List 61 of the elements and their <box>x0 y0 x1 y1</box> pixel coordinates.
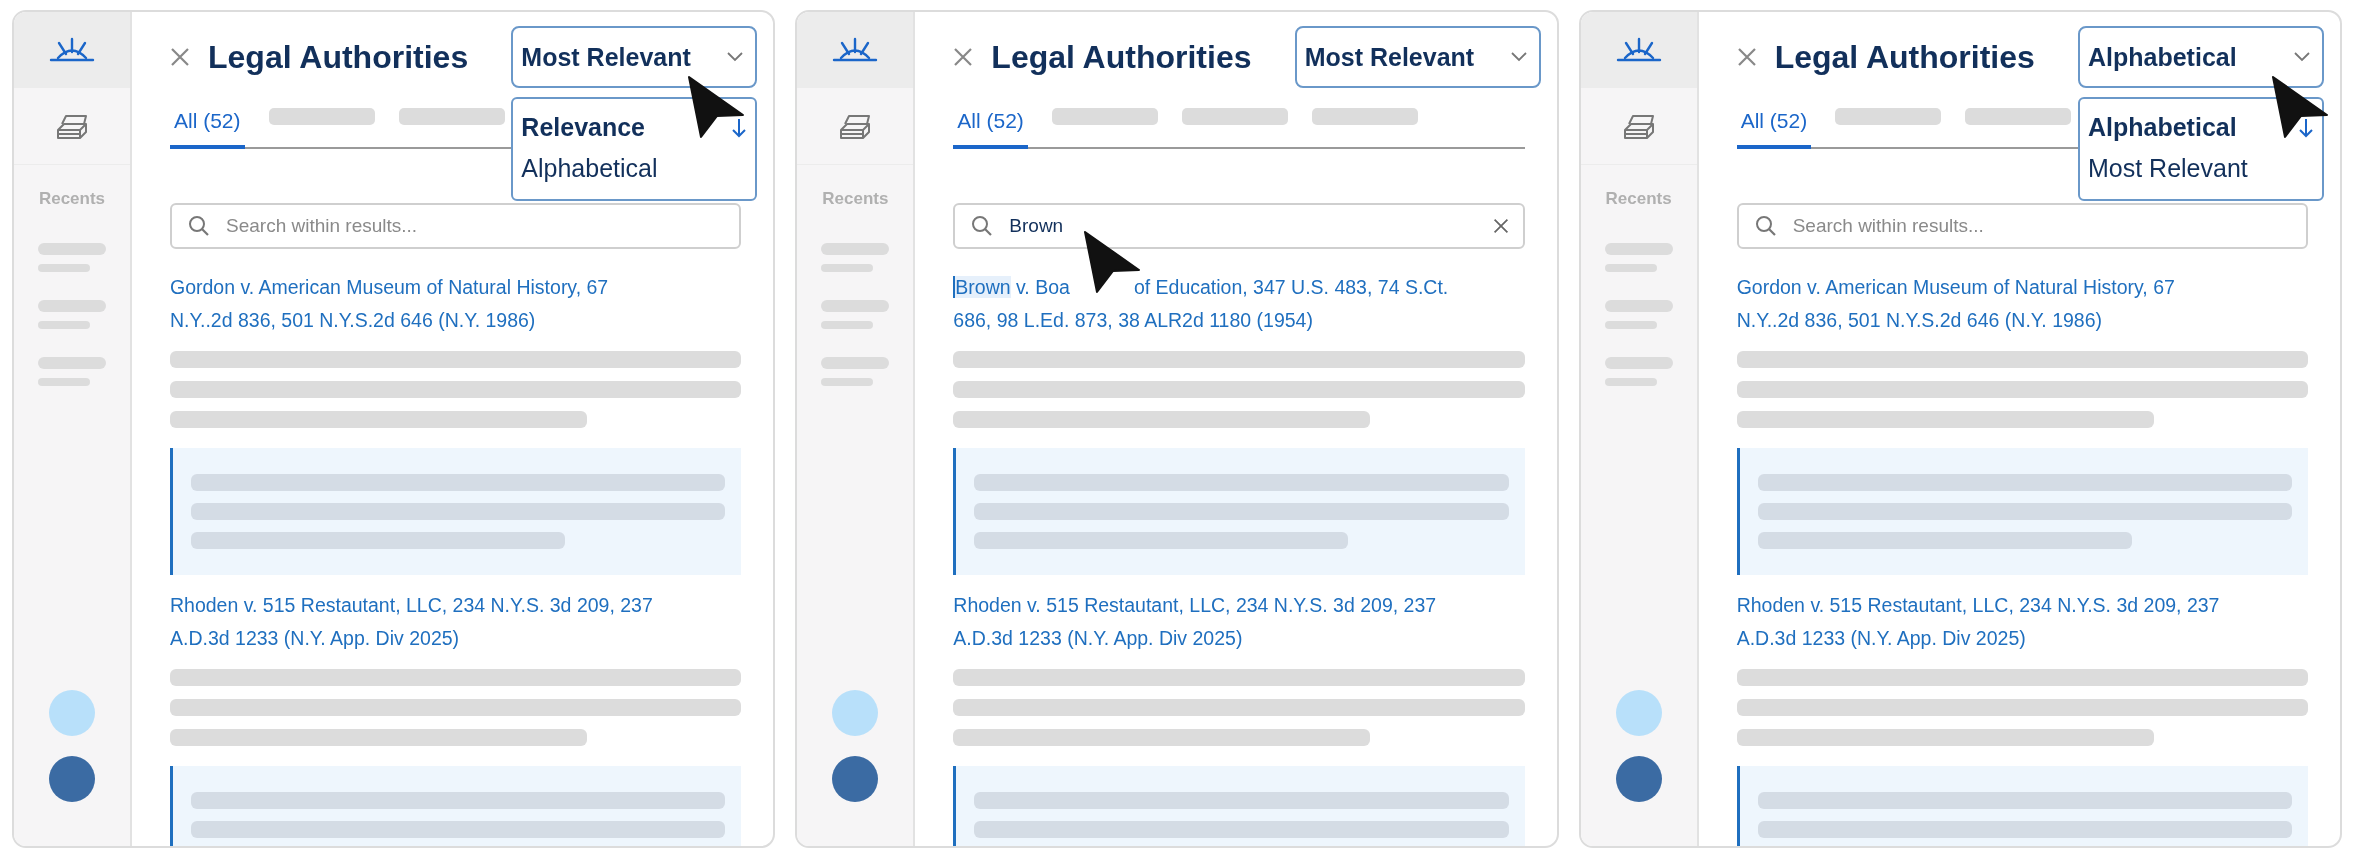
panel-title: Legal Authorities <box>991 38 1253 76</box>
sunburst-logo-icon[interactable] <box>832 37 879 63</box>
sort-option[interactable]: Alphabetical <box>2086 107 2316 148</box>
placeholder-line <box>38 378 90 386</box>
placeholder-line <box>1604 300 1673 312</box>
tab[interactable]: All (52) <box>953 109 1028 149</box>
recents-label: Recents <box>1605 189 1672 209</box>
avatar-circle[interactable] <box>1615 756 1662 802</box>
placeholder-line <box>821 378 874 386</box>
case-citation-link[interactable]: Rhoden v. 515 Restautant, LLC, 234 N.Y.S. 3d 209, 237 A.D.3d 1233 (N.Y. App. Div 2025) <box>170 589 742 655</box>
down-arrow-icon[interactable] <box>731 117 748 138</box>
placeholder-line <box>821 357 890 369</box>
tab[interactable]: All (52) <box>170 109 245 149</box>
sort-dropdown[interactable]: Most Relevant <box>1294 26 1541 88</box>
placeholder-line <box>1604 378 1657 386</box>
sunburst-logo-icon[interactable] <box>49 37 95 63</box>
search-field[interactable]: Search within results... <box>170 203 742 249</box>
close-icon[interactable] <box>953 47 974 67</box>
search-field[interactable]: Search within results... <box>1736 203 2308 249</box>
sort-option[interactable]: Relevance <box>519 107 750 148</box>
search-icon <box>188 215 210 237</box>
placeholder-line <box>821 300 890 312</box>
avatar-circle[interactable] <box>49 756 95 802</box>
clear-icon[interactable] <box>1492 218 1509 234</box>
sunburst-logo-icon[interactable] <box>1615 37 1662 63</box>
sort-dropdown[interactable]: Alphabetical <box>2078 26 2324 88</box>
placeholder-line <box>821 243 890 255</box>
down-arrow-icon[interactable] <box>2298 117 2314 138</box>
placeholder-line <box>1604 357 1673 369</box>
placeholder-line <box>38 243 106 255</box>
tab[interactable]: All (52) <box>1736 109 1812 149</box>
case-citation-link[interactable]: Rhoden v. 515 Restautant, LLC, 234 N.Y.S. 3d 209, 237 A.D.3d 1233 (N.Y. App. Div 2025) <box>953 589 1525 655</box>
chevron-down-icon <box>2294 52 2310 62</box>
recents-label: Recents <box>38 189 106 209</box>
chevron-down-icon <box>727 52 744 62</box>
search-field[interactable]: Brown <box>953 203 1525 249</box>
panel-title: Legal Authorities <box>1774 38 2036 76</box>
placeholder-line <box>1604 321 1657 329</box>
avatar-circle[interactable] <box>832 756 879 802</box>
case-citation-link[interactable]: Rhoden v. 515 Restautant, LLC, 234 N.Y.S. 3d 209, 237 A.D.3d 1233 (N.Y. App. Div 2025) <box>1736 589 2308 655</box>
panel-title: Legal Authorities <box>208 38 470 76</box>
sort-dropdown[interactable]: Most Relevant <box>511 26 758 88</box>
sort-option[interactable]: Most Relevant <box>2086 148 2316 189</box>
case-citation-link[interactable]: Gordon v. American Museum of Natural History, 67 N.Y..2d 836, 501 N.Y.S.2d 646 (N.Y. 1986) <box>170 271 742 337</box>
placeholder-line <box>38 264 90 272</box>
search-icon <box>971 215 994 237</box>
close-icon[interactable] <box>170 47 190 67</box>
sort-option[interactable]: Alphabetical <box>519 148 750 189</box>
placeholder-line <box>821 264 874 272</box>
case-citation-link[interactable]: Gordon v. American Museum of Natural History, 67 N.Y..2d 836, 501 N.Y.S.2d 646 (N.Y. 1986) <box>1736 271 2308 337</box>
placeholder-line <box>1604 264 1657 272</box>
search-icon <box>1754 215 1777 237</box>
recents-label: Recents <box>822 189 889 209</box>
placeholder-line <box>38 300 106 312</box>
chevron-down-icon <box>1510 52 1527 62</box>
case-citation-link[interactable]: Brown v. Boa of Education, 347 U.S. 483, 74 S.Ct. 686, 98 L.Ed. 873, 38 ALR2d 1180 (1954) <box>953 271 1525 337</box>
placeholder-line <box>38 357 106 369</box>
placeholder-line <box>1604 243 1673 255</box>
placeholder-line <box>821 321 874 329</box>
placeholder-line <box>38 321 90 329</box>
close-icon[interactable] <box>1736 47 1757 67</box>
